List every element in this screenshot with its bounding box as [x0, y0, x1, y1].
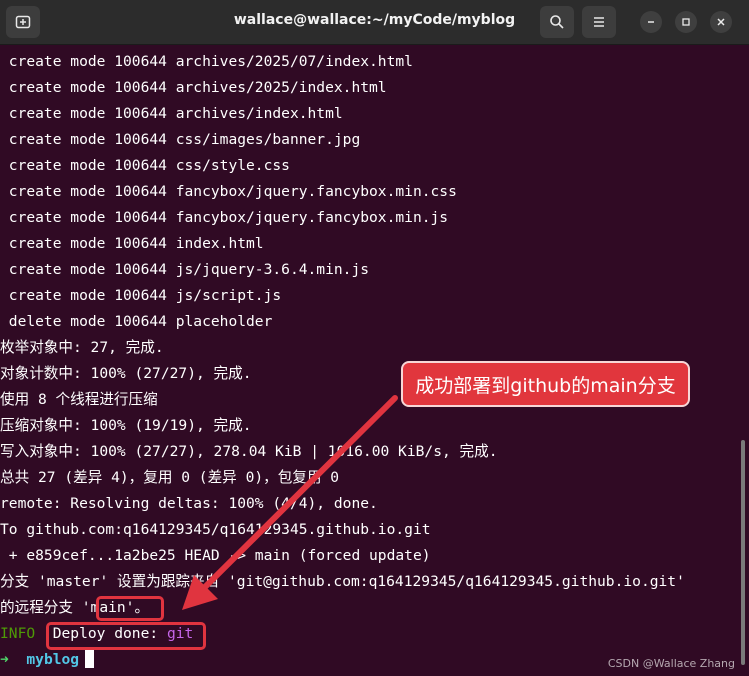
- scrollbar[interactable]: [741, 440, 745, 665]
- annotation-callout: 成功部署到github的main分支: [401, 361, 690, 407]
- annotation-arrow-icon: [182, 395, 398, 610]
- terminal-window: wallace@wallace:~/myCode/myblog create m…: [0, 0, 749, 676]
- watermark: CSDN @Wallace Zhang: [607, 657, 735, 670]
